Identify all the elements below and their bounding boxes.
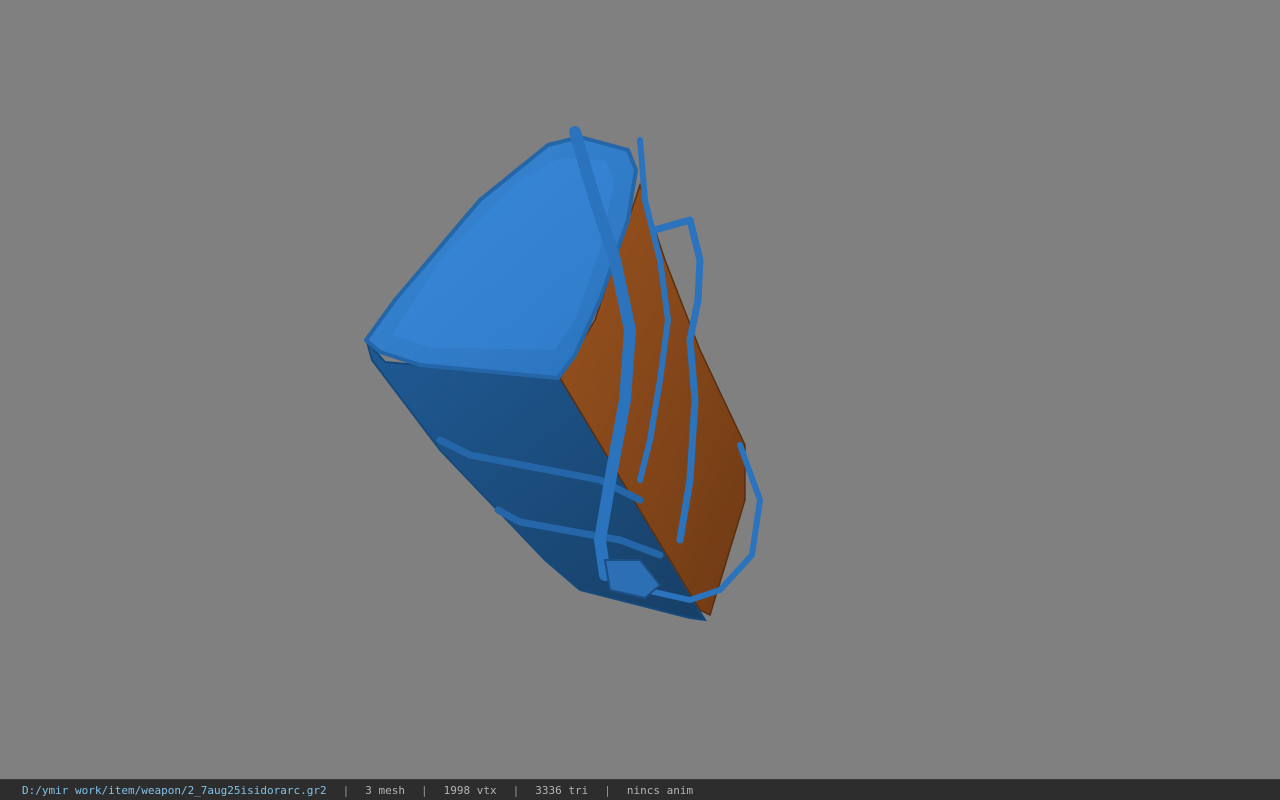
status-triangle-count: 3336 tri bbox=[535, 783, 589, 797]
status-file-path: D:/ymir work/item/weapon/2_7aug25isidora… bbox=[22, 783, 327, 797]
status-separator: | bbox=[512, 783, 520, 797]
model-render bbox=[364, 126, 763, 622]
status-animation: nincs anim bbox=[626, 783, 694, 797]
model-viewer-window: D:/ymir work/item/weapon/2_7aug25isidora… bbox=[0, 0, 1280, 800]
status-separator: | bbox=[421, 783, 428, 797]
status-bar: D:/ymir work/item/weapon/2_7aug25isidora… bbox=[0, 779, 1280, 800]
status-separator: | bbox=[342, 783, 350, 797]
status-vertex-count: 1998 vtx bbox=[443, 783, 497, 797]
status-separator: | bbox=[604, 783, 611, 797]
3d-viewport[interactable] bbox=[0, 0, 1280, 779]
status-mesh-count: 3 mesh bbox=[365, 783, 406, 797]
